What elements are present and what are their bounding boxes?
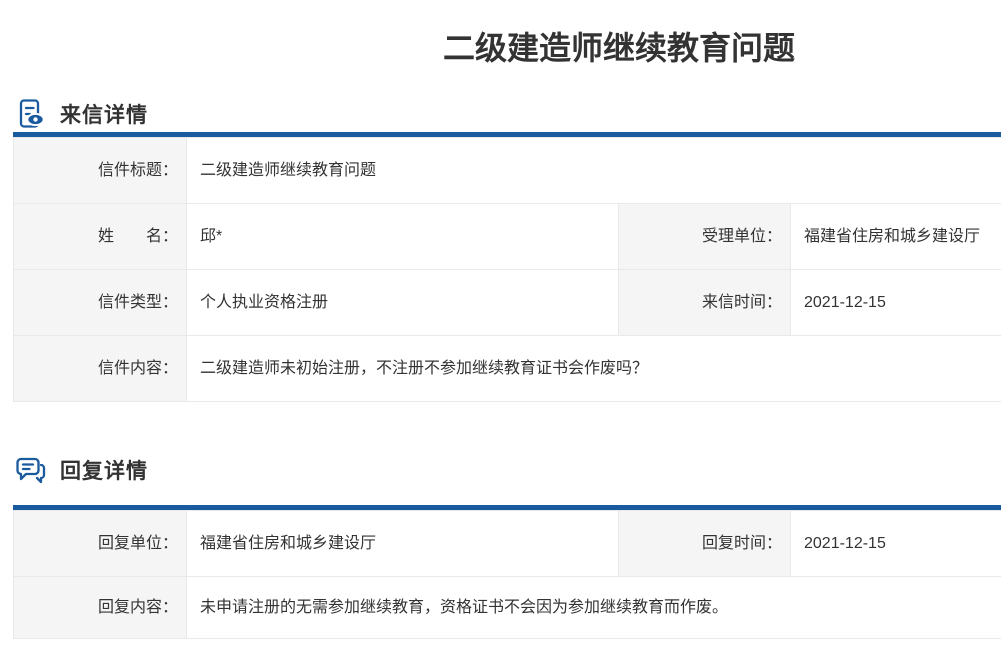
document-view-icon (15, 98, 47, 130)
reply-content-label: 回复内容： (14, 577, 187, 639)
reply-unit-value: 福建省住房和城乡建设厅 (187, 511, 619, 577)
letter-detail-table: 信件标题： 二级建造师继续教育问题 姓 名： 邱* 受理单位： 福建省住房和城乡… (13, 137, 1001, 402)
reply-detail-table: 回复单位： 福建省住房和城乡建设厅 回复时间： 2021-12-15 回复内容：… (13, 510, 1001, 639)
letter-accept-unit-value: 福建省住房和城乡建设厅 (791, 204, 1001, 270)
reply-unit-label: 回复单位： (14, 511, 187, 577)
table-row: 信件标题： 二级建造师继续教育问题 (14, 138, 1001, 204)
table-row: 信件内容： 二级建造师未初始注册，不注册不参加继续教育证书会作废吗？ (14, 336, 1001, 402)
letter-section-header: 来信详情 (15, 96, 1001, 132)
letter-subject-label: 信件标题： (14, 138, 187, 204)
page-title: 二级建造师继续教育问题 (13, 0, 1001, 96)
letter-time-label: 来信时间： (619, 270, 791, 336)
page-container: 二级建造师继续教育问题 来信详情 信件标题： 二级建造师继续教育问题 (13, 0, 1001, 639)
letter-time-value: 2021-12-15 (791, 270, 1001, 336)
reply-section-header: 回复详情 (15, 452, 1001, 488)
letter-type-label: 信件类型： (14, 270, 187, 336)
letter-content-value: 二级建造师未初始注册，不注册不参加继续教育证书会作废吗？ (187, 336, 1001, 402)
chat-bubbles-icon (15, 454, 47, 486)
letter-section-title: 来信详情 (60, 99, 148, 129)
reply-time-label: 回复时间： (619, 511, 791, 577)
letter-subject-value: 二级建造师继续教育问题 (187, 138, 1001, 204)
reply-time-value: 2021-12-15 (791, 511, 1001, 577)
letter-accept-unit-label: 受理单位： (619, 204, 791, 270)
table-row: 回复单位： 福建省住房和城乡建设厅 回复时间： 2021-12-15 (14, 511, 1001, 577)
letter-type-value: 个人执业资格注册 (187, 270, 619, 336)
table-row: 回复内容： 未申请注册的无需参加继续教育，资格证书不会因为参加继续教育而作废。 (14, 577, 1001, 639)
reply-section-title: 回复详情 (60, 455, 148, 485)
letter-content-label: 信件内容： (14, 336, 187, 402)
letter-detail-section: 来信详情 信件标题： 二级建造师继续教育问题 姓 名： 邱* 受理单位： 福建省… (13, 96, 1001, 402)
letter-name-label: 姓 名： (14, 204, 187, 270)
letter-name-value: 邱* (187, 204, 619, 270)
table-row: 姓 名： 邱* 受理单位： 福建省住房和城乡建设厅 (14, 204, 1001, 270)
table-row: 信件类型： 个人执业资格注册 来信时间： 2021-12-15 (14, 270, 1001, 336)
reply-content-value: 未申请注册的无需参加继续教育，资格证书不会因为参加继续教育而作废。 (187, 577, 1001, 639)
reply-detail-section: 回复详情 回复单位： 福建省住房和城乡建设厅 回复时间： 2021-12-15 … (13, 452, 1001, 639)
